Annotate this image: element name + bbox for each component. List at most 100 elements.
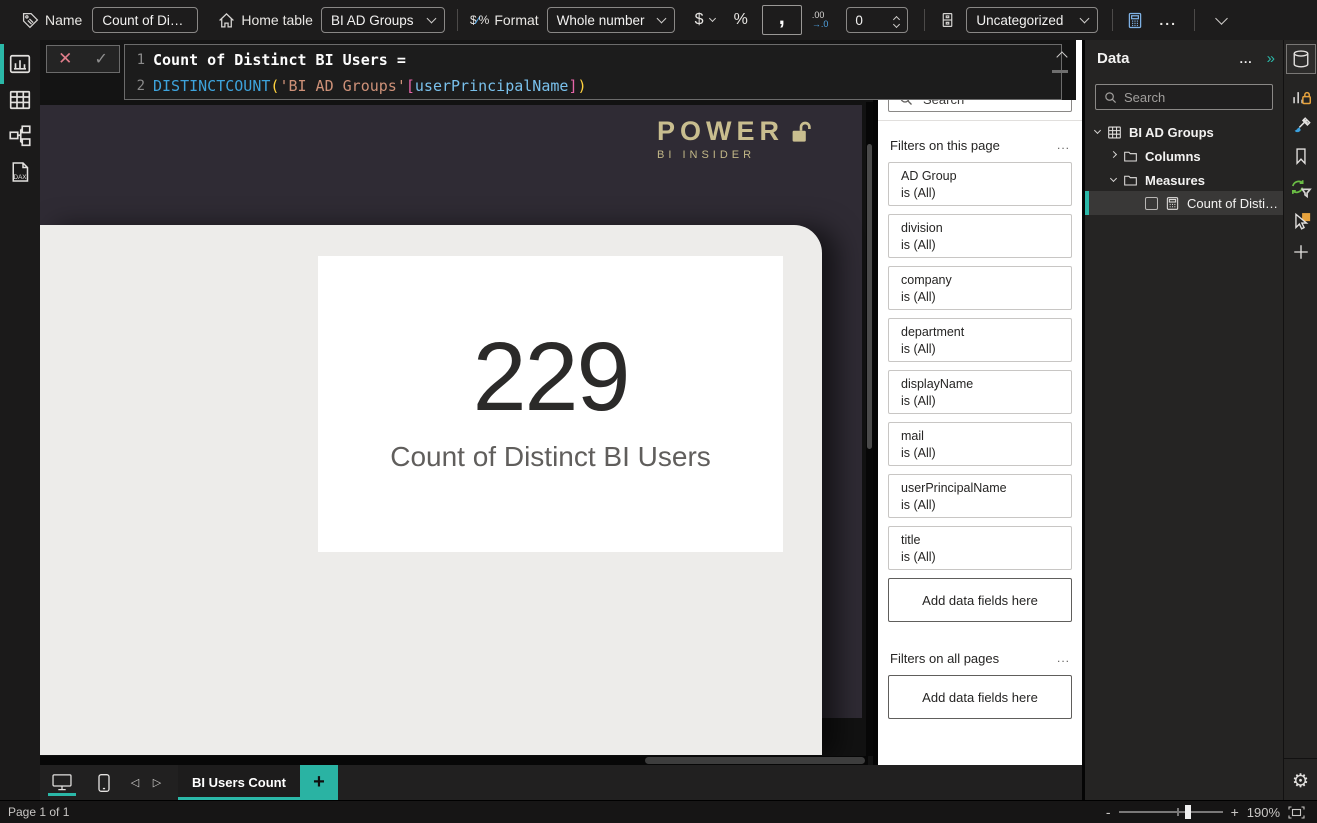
tree-item-measure-selected[interactable]: Count of Distinct... xyxy=(1085,191,1283,215)
table-name-label: BI AD Groups xyxy=(1129,124,1214,140)
toolbar-collapse-chevron-icon[interactable] xyxy=(1215,12,1228,25)
format-select[interactable]: Whole number xyxy=(546,7,675,33)
previous-page-button[interactable]: ◁ xyxy=(124,765,146,800)
name-label: Name xyxy=(45,12,83,28)
formula-bar-collapse-button[interactable] xyxy=(1056,48,1068,66)
zoom-in-button[interactable]: + xyxy=(1231,804,1239,820)
currency-symbol: $ xyxy=(694,11,704,28)
add-data-fields-dropzone[interactable]: Add data fields here xyxy=(888,675,1072,719)
filter-card[interactable]: title is (All) xyxy=(888,526,1072,570)
chevron-right-icon[interactable] xyxy=(1109,150,1118,159)
toolbar-more-button[interactable]: ... xyxy=(1159,12,1177,28)
zoom-slider-thumb[interactable] xyxy=(1184,805,1191,819)
format-visual-button[interactable] xyxy=(1289,114,1313,138)
decimal-places-input[interactable]: 0 xyxy=(846,7,909,33)
horizontal-scrollbar-thumb[interactable] xyxy=(645,757,865,764)
page-tab[interactable]: BI Users Count xyxy=(178,765,300,800)
currency-chevron-icon[interactable] xyxy=(708,14,716,23)
settings-gear-icon[interactable]: ⚙ xyxy=(1284,770,1317,793)
filter-card[interactable]: department is (All) xyxy=(888,318,1072,362)
data-pane-more-button[interactable]: ... xyxy=(1240,52,1253,66)
filter-field: title xyxy=(901,533,921,547)
plus-icon xyxy=(1294,245,1308,259)
filter-condition: is (All) xyxy=(901,446,936,460)
add-data-fields-dropzone[interactable]: Add data fields here xyxy=(888,578,1072,622)
filters-divider xyxy=(878,120,1082,121)
filter-card[interactable]: userPrincipalName is (All) xyxy=(888,474,1072,518)
pane-switcher-rail: ⚙ xyxy=(1283,40,1317,800)
power-bi-insider-logo: POWER BI INSIDER xyxy=(657,116,812,161)
more-label: ... xyxy=(1159,12,1177,28)
format-value: Whole number xyxy=(556,12,645,28)
currency-button[interactable]: $ xyxy=(695,11,704,29)
desktop-view-button[interactable] xyxy=(40,765,84,800)
spinner-down-icon[interactable] xyxy=(893,20,901,28)
chevron-up-icon xyxy=(1056,51,1068,63)
canvas-horizontal-scrollbar[interactable] xyxy=(40,756,868,765)
dax-table-ref: 'BI AD Groups' xyxy=(279,77,406,95)
table-view-button[interactable] xyxy=(8,88,32,112)
home-table-select[interactable]: BI AD Groups xyxy=(320,7,445,33)
model-view-button[interactable] xyxy=(8,124,32,148)
folder-icon xyxy=(1124,151,1137,162)
data-search-input[interactable]: Search xyxy=(1095,84,1273,110)
next-page-button[interactable]: ▷ xyxy=(146,765,168,800)
build-visual-button[interactable] xyxy=(1289,84,1313,108)
calculator-icon[interactable] xyxy=(1126,11,1144,30)
zoom-slider-tick xyxy=(1176,808,1179,816)
fit-to-page-icon[interactable] xyxy=(1288,805,1305,819)
chevron-down-icon[interactable] xyxy=(1093,126,1102,135)
dax-query-view-button[interactable]: DAX xyxy=(8,160,32,184)
sync-slicers-button[interactable] xyxy=(1289,176,1313,200)
commit-formula-button[interactable]: ✓ xyxy=(95,49,108,69)
cancel-formula-button[interactable]: ✕ xyxy=(58,49,72,69)
filter-condition: is (All) xyxy=(901,394,936,408)
formula-bar-scrollbar[interactable] xyxy=(1052,70,1068,73)
filters-page-more-button[interactable]: ... xyxy=(1057,138,1070,152)
monitor-icon xyxy=(52,774,72,791)
filter-card[interactable]: AD Group is (All) xyxy=(888,162,1072,206)
filter-card[interactable]: company is (All) xyxy=(888,266,1072,310)
toolbar-divider xyxy=(924,9,926,31)
measures-folder-label: Measures xyxy=(1145,172,1205,188)
data-category-select[interactable]: Uncategorized xyxy=(966,7,1099,33)
selection-pane-button[interactable] xyxy=(1289,208,1313,232)
measure-name-input[interactable]: Count of Distin... xyxy=(92,7,199,33)
thousands-separator-button[interactable]: , xyxy=(761,4,802,35)
report-canvas: POWER BI INSIDER 229 Count of Distinct B… xyxy=(40,40,873,765)
zoom-out-button[interactable]: - xyxy=(1106,804,1111,820)
format-icon: $∕% xyxy=(469,13,490,27)
mobile-view-button[interactable] xyxy=(84,765,124,800)
new-page-button[interactable]: + xyxy=(300,765,338,800)
add-data-fields-label: Add data fields here xyxy=(922,689,1038,705)
decimal-spinner[interactable] xyxy=(893,14,901,28)
sync-filter-icon xyxy=(1292,180,1312,199)
data-pane-collapse-button[interactable]: » xyxy=(1267,50,1275,67)
dax-bracket: ] xyxy=(568,77,578,95)
vertical-scrollbar-thumb[interactable] xyxy=(867,144,872,449)
filter-card[interactable]: division is (All) xyxy=(888,214,1072,258)
card-visual[interactable]: 229 Count of Distinct BI Users xyxy=(318,256,783,552)
tree-item-measures-folder[interactable]: Measures xyxy=(1085,168,1283,192)
tree-item-table[interactable]: BI AD Groups xyxy=(1085,120,1283,144)
home-table-label: Home table xyxy=(241,12,313,28)
zoom-slider[interactable] xyxy=(1118,805,1223,819)
filter-card[interactable]: mail is (All) xyxy=(888,422,1072,466)
tree-item-columns-folder[interactable]: Columns xyxy=(1085,144,1283,168)
data-pane-button[interactable] xyxy=(1289,47,1313,71)
dax-line-1: 1 Count of Distinct BI Users = xyxy=(131,47,1061,73)
report-view-button[interactable] xyxy=(8,52,32,76)
canvas-vertical-scrollbar[interactable] xyxy=(866,102,873,756)
filter-card[interactable]: displayName is (All) xyxy=(888,370,1072,414)
filters-all-pages-more-button[interactable]: ... xyxy=(1057,651,1070,665)
decimal-places-icon[interactable]: .00 →.0 xyxy=(812,11,829,29)
svg-text:DAX: DAX xyxy=(14,174,28,181)
dax-editor[interactable]: 1 Count of Distinct BI Users = 2 DISTINC… xyxy=(124,44,1062,100)
bookmarks-button[interactable] xyxy=(1289,144,1313,168)
dax-bracket: [ xyxy=(405,77,415,95)
measure-checkbox[interactable] xyxy=(1145,196,1158,210)
percent-button[interactable]: % xyxy=(734,11,748,29)
add-pane-button[interactable] xyxy=(1289,240,1313,264)
chevron-down-icon[interactable] xyxy=(1109,174,1118,183)
line-number: 1 xyxy=(136,52,145,68)
